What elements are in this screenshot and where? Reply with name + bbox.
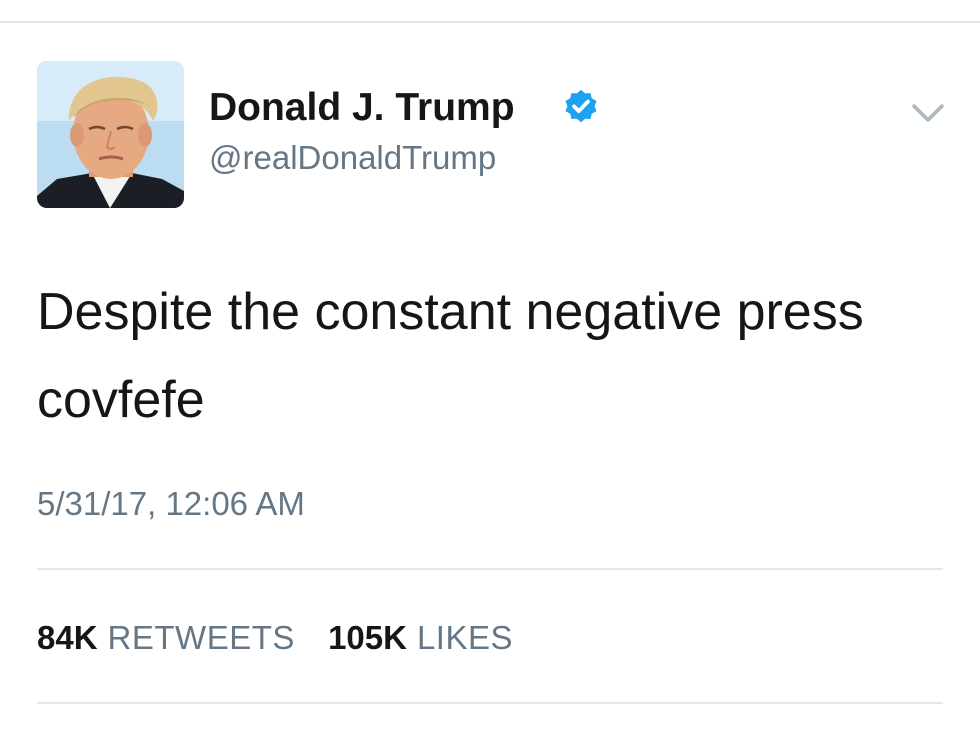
likes-stat[interactable]: 105K LIKES [328, 616, 513, 660]
tweet-stats: 84K RETWEETS 105K LIKES [37, 616, 513, 660]
likes-label: LIKES [416, 619, 514, 656]
avatar[interactable] [37, 61, 184, 208]
divider [37, 702, 943, 704]
likes-count: 105K [328, 619, 407, 656]
tweet-timestamp[interactable]: 5/31/17, 12:06 AM [37, 482, 305, 526]
verified-badge-icon [565, 89, 597, 123]
divider [37, 568, 943, 570]
retweets-count: 84K [37, 619, 98, 656]
top-divider [0, 21, 980, 23]
user-handle[interactable]: @realDonaldTrump [209, 138, 496, 178]
display-name[interactable]: Donald J. Trump [209, 84, 515, 132]
chevron-down-icon[interactable] [908, 98, 948, 128]
retweets-label: RETWEETS [107, 619, 295, 656]
tweet-text: Despite the constant negative press covf… [37, 283, 864, 429]
retweets-stat[interactable]: 84K RETWEETS [37, 616, 295, 660]
profile-photo [37, 61, 184, 208]
